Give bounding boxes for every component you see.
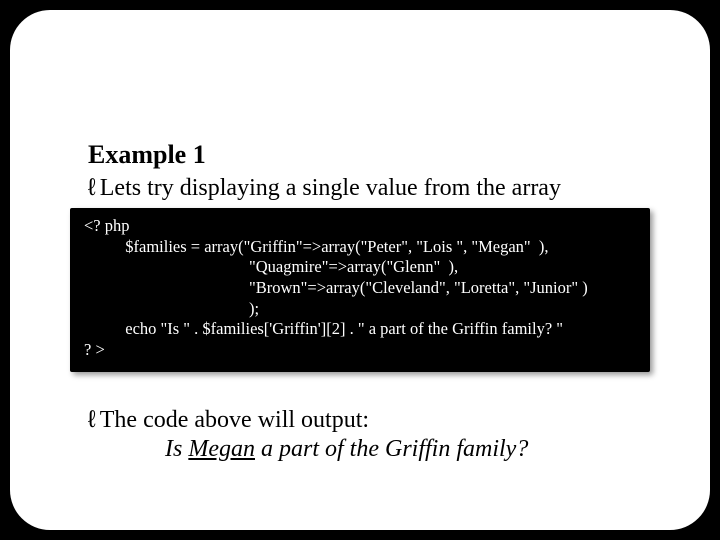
code-line-4: "Brown"=>array("Cleveland", "Loretta", "… bbox=[84, 278, 588, 297]
code-line-6: echo "Is " . $families['Griffin'][2] . "… bbox=[84, 319, 563, 338]
code-line-1: <? php bbox=[84, 216, 130, 235]
bullet-icon: ℓ bbox=[88, 174, 96, 202]
lead-line: ℓLets try displaying a single value from… bbox=[88, 174, 650, 202]
code-line-2: $families = array("Griffin"=>array("Pete… bbox=[84, 237, 549, 256]
output-underlined: Megan bbox=[188, 436, 255, 462]
example-title: Example 1 bbox=[88, 140, 650, 170]
output-lead-line: ℓThe code above will output: bbox=[88, 406, 650, 434]
lead-text: Lets try displaying a single value from … bbox=[100, 175, 561, 201]
output-suffix: a part of the Griffin family? bbox=[255, 436, 528, 462]
output-text: Is Megan a part of the Griffin family? bbox=[165, 436, 650, 463]
code-line-7: ? > bbox=[84, 340, 105, 359]
code-block: <? php $families = array("Griffin"=>arra… bbox=[70, 208, 650, 372]
output-prefix: Is bbox=[165, 436, 188, 462]
code-line-3: "Quagmire"=>array("Glenn" ), bbox=[84, 257, 458, 276]
slide-card: Example 1 ℓLets try displaying a single … bbox=[10, 10, 710, 530]
output-lead-text: The code above will output: bbox=[100, 407, 369, 433]
code-line-5: ); bbox=[84, 299, 259, 318]
bullet-icon: ℓ bbox=[88, 406, 96, 434]
